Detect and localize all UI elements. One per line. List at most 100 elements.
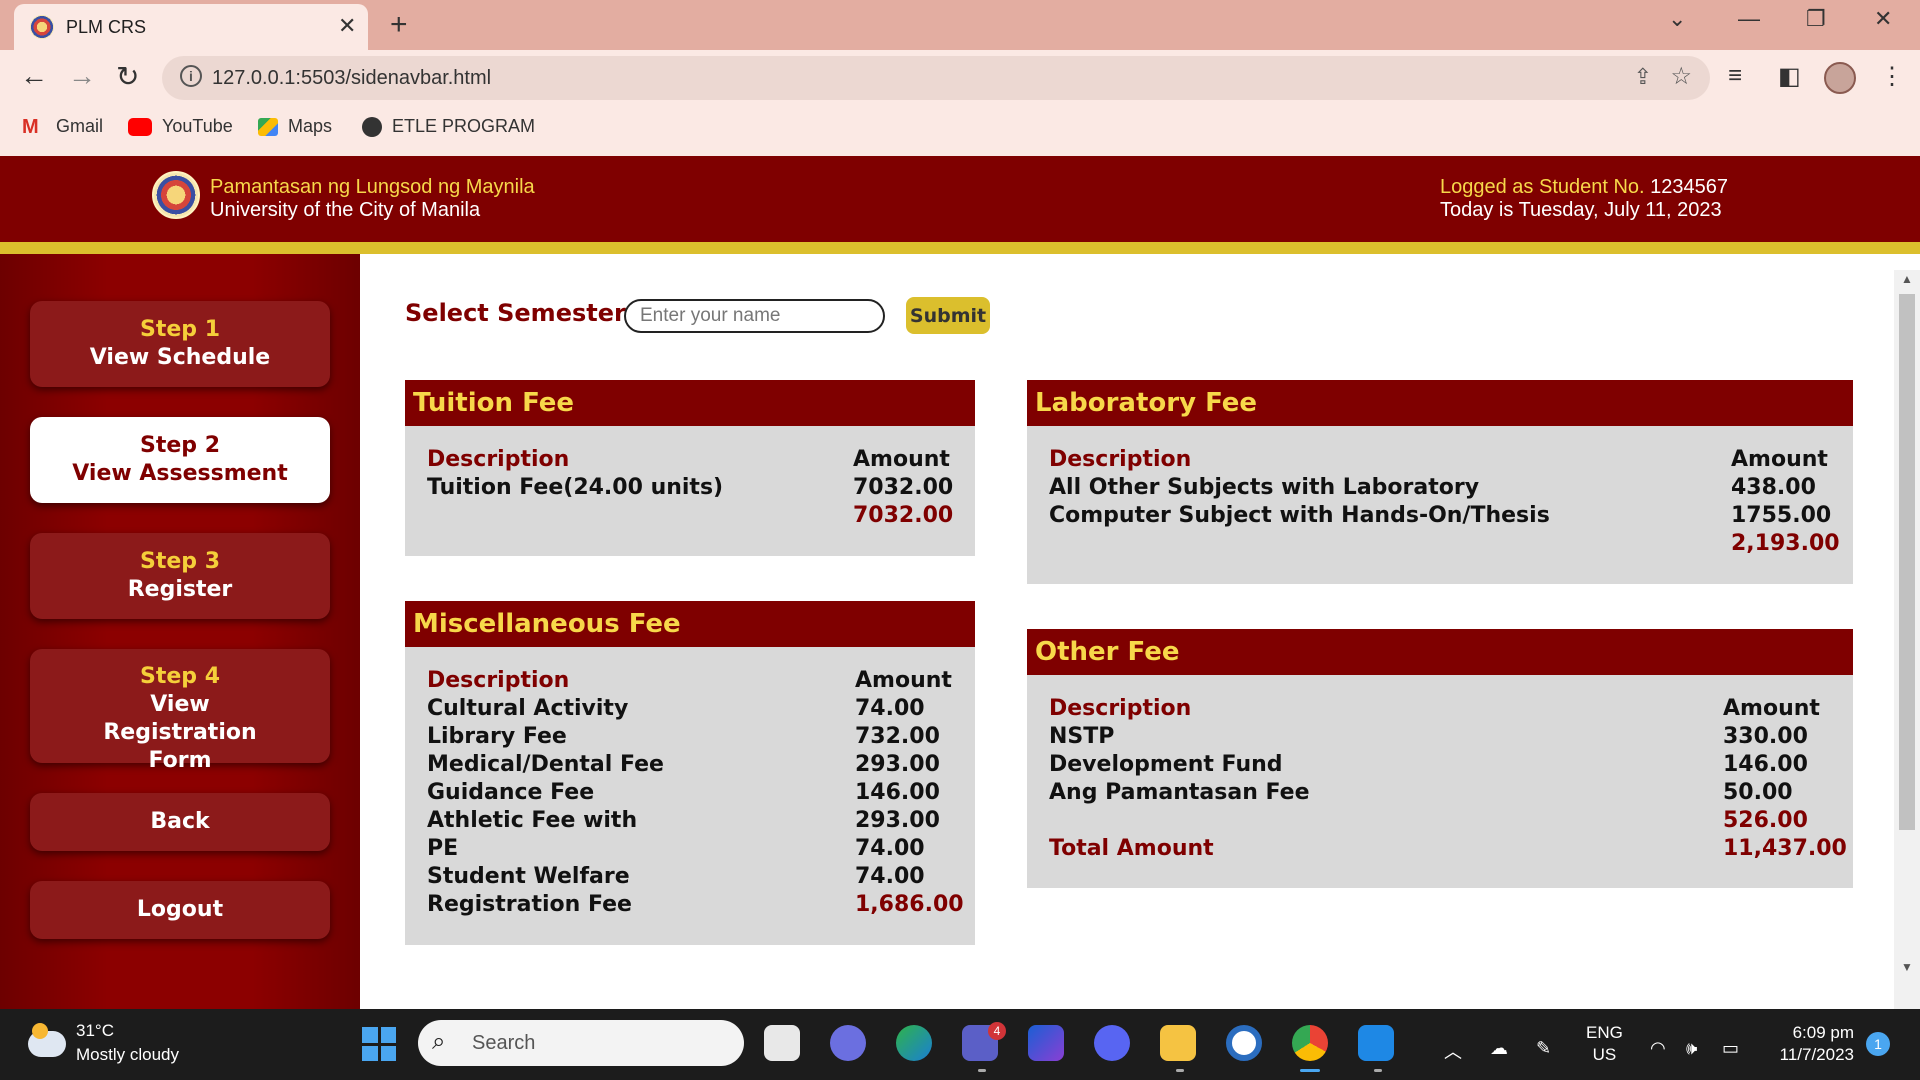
fee-amount: 732.00 xyxy=(855,724,940,749)
reading-list-icon[interactable]: ≡ xyxy=(1728,62,1742,90)
scrollbar-thumb[interactable] xyxy=(1899,294,1915,830)
clock-date: 11/7/2023 xyxy=(1779,1045,1854,1064)
app-circle-icon[interactable] xyxy=(1226,1025,1262,1061)
meet-icon[interactable] xyxy=(830,1025,866,1061)
fee-description: Medical/Dental Fee xyxy=(427,752,664,777)
bookmark-gmail[interactable]: M Gmail xyxy=(22,116,103,137)
select-semester-label: Select Semester: xyxy=(405,299,636,327)
scroll-up-icon[interactable]: ▲ xyxy=(1901,272,1913,286)
table-row: Athletic Fee with 293.00 xyxy=(427,807,955,835)
youtube-icon xyxy=(128,117,152,136)
language-indicator[interactable]: ENG US xyxy=(1586,1022,1623,1066)
minimize-icon[interactable]: — xyxy=(1738,6,1760,32)
bookmark-youtube[interactable]: YouTube xyxy=(128,116,233,137)
side-panel-icon[interactable]: ◧ xyxy=(1778,62,1801,91)
url-text[interactable]: 127.0.0.1:5503/sidenavbar.html xyxy=(212,67,491,90)
subtotal-spacer xyxy=(427,502,853,530)
fee-description: Computer Subject with Hands-On/Thesis xyxy=(1049,503,1550,528)
discord-icon[interactable] xyxy=(1094,1025,1130,1061)
table-row: Medical/Dental Fee 293.00 xyxy=(427,751,955,779)
volume-icon[interactable]: 🕪 xyxy=(1686,1038,1697,1059)
vscode-icon[interactable] xyxy=(1358,1025,1394,1061)
card-title: Tuition Fee xyxy=(405,380,975,426)
pen-input-icon[interactable]: ✎ xyxy=(1536,1038,1551,1059)
step-2-view-assessment-button[interactable]: Step 2 View Assessment xyxy=(30,417,330,503)
file-explorer-icon[interactable] xyxy=(1160,1025,1196,1061)
weather-temperature[interactable]: 31°C xyxy=(76,1021,114,1041)
forward-arrow-icon[interactable]: → xyxy=(68,60,96,92)
page-scrollbar[interactable]: ▲ ▼ xyxy=(1894,270,1920,1009)
subtotal-row: 7032.00 xyxy=(427,502,953,530)
fee-amount: 74.00 xyxy=(855,836,925,861)
edge-icon[interactable] xyxy=(896,1025,932,1061)
new-tab-icon[interactable]: + xyxy=(390,8,408,42)
weather-condition[interactable]: Mostly cloudy xyxy=(76,1045,179,1065)
fee-amount: 74.00 xyxy=(855,864,925,889)
subtotal-row: 2,193.00 xyxy=(1049,530,1840,558)
address-bar[interactable]: i 127.0.0.1:5503/sidenavbar.html ⇪ ☆ xyxy=(162,56,1710,100)
notification-badge[interactable]: 1 xyxy=(1866,1032,1890,1056)
bookmark-maps[interactable]: Maps xyxy=(258,116,332,137)
window-close-icon[interactable]: ✕ xyxy=(1874,6,1892,32)
step-number: Step 1 xyxy=(140,317,220,342)
gmail-icon: M xyxy=(22,115,39,138)
share-icon[interactable]: ⇪ xyxy=(1634,64,1652,90)
site-info-icon[interactable]: i xyxy=(180,65,202,87)
back-arrow-icon[interactable]: ← xyxy=(20,60,48,92)
windows-start-icon[interactable] xyxy=(362,1027,396,1061)
bookmark-label: Maps xyxy=(288,116,333,136)
table-row: Tuition Fee(24.00 units) 7032.00 xyxy=(427,474,953,502)
step-4-view-registration-form-button[interactable]: Step 4 View Registration Form xyxy=(30,649,330,773)
profile-avatar[interactable] xyxy=(1824,62,1856,94)
table-row: Computer Subject with Hands-On/Thesis 175… xyxy=(1049,502,1831,530)
weather-cloud-icon[interactable] xyxy=(28,1023,66,1057)
bookmark-etle-program[interactable]: ETLE PROGRAM xyxy=(362,116,535,137)
plm-favicon-icon xyxy=(30,15,54,39)
scroll-down-icon[interactable]: ▼ xyxy=(1901,960,1913,974)
back-button[interactable]: Back xyxy=(30,793,330,851)
taskbar-clock[interactable]: 6:09 pm 11/7/2023 xyxy=(1770,1022,1854,1066)
amount-header: Amount xyxy=(855,668,952,693)
description-header: Description xyxy=(427,668,570,693)
clock-time: 6:09 pm xyxy=(1792,1023,1854,1042)
tray-chevron-icon[interactable]: ︿ xyxy=(1444,1038,1462,1064)
bookmark-label: YouTube xyxy=(162,116,233,136)
chrome-icon[interactable] xyxy=(1292,1025,1328,1061)
close-tab-icon[interactable]: ✕ xyxy=(338,13,356,39)
subtotal-row: 526.00 xyxy=(1049,807,1823,835)
tuition-fee-card: Tuition Fee Description Amount Tuition Fe… xyxy=(405,380,975,556)
total-amount-row: Total Amount 11,437.00 xyxy=(1049,835,1847,863)
browser-tabstrip: PLM CRS ✕ + ⌄ — ❐ ✕ xyxy=(0,0,1920,50)
taskbar-search[interactable]: ⌕ Search xyxy=(418,1020,744,1066)
task-view-icon[interactable] xyxy=(764,1025,800,1061)
menu-kebab-icon[interactable]: ⋮ xyxy=(1880,62,1904,91)
app-running-indicator xyxy=(1176,1069,1184,1072)
step-3-register-button[interactable]: Step 3 Register xyxy=(30,533,330,619)
fee-description: Guidance Fee xyxy=(427,780,595,805)
tab-title: PLM CRS xyxy=(66,17,147,37)
bookmark-star-icon[interactable]: ☆ xyxy=(1670,62,1692,91)
table-row: NSTP 330.00 xyxy=(1049,723,1823,751)
browser-tab[interactable]: PLM CRS ✕ xyxy=(14,4,368,50)
step-1-view-schedule-button[interactable]: Step 1 View Schedule xyxy=(30,301,330,387)
bing-icon[interactable] xyxy=(1028,1025,1064,1061)
restore-icon[interactable]: ❐ xyxy=(1806,6,1826,32)
table-row: Student Welfare 74.00 xyxy=(427,863,955,891)
fee-description: Cultural Activity xyxy=(427,696,629,721)
table-row: Registration Fee 1,686.00 xyxy=(427,891,964,919)
fee-amount: 293.00 xyxy=(855,752,940,777)
battery-icon[interactable]: ▭ xyxy=(1722,1038,1739,1059)
semester-input[interactable] xyxy=(624,299,885,333)
submit-button[interactable]: Submit xyxy=(906,297,990,334)
tab-search-chevron-icon[interactable]: ⌄ xyxy=(1668,6,1686,32)
onedrive-cloud-icon[interactable]: ☁ xyxy=(1490,1038,1508,1059)
description-header: Description xyxy=(427,447,570,472)
wifi-icon[interactable]: ◠ xyxy=(1650,1038,1666,1059)
step-number: Step 2 xyxy=(140,433,220,458)
fee-description: All Other Subjects with Laboratory xyxy=(1049,475,1480,500)
logout-button[interactable]: Logout xyxy=(30,881,330,939)
miscellaneous-fee-card: Miscellaneous Fee Description Amount Cult… xyxy=(405,601,975,945)
fee-amount: 293.00 xyxy=(855,808,940,833)
reload-icon[interactable]: ↻ xyxy=(116,60,139,93)
university-name: Pamantasan ng Lungsod ng Maynila xyxy=(210,176,535,198)
